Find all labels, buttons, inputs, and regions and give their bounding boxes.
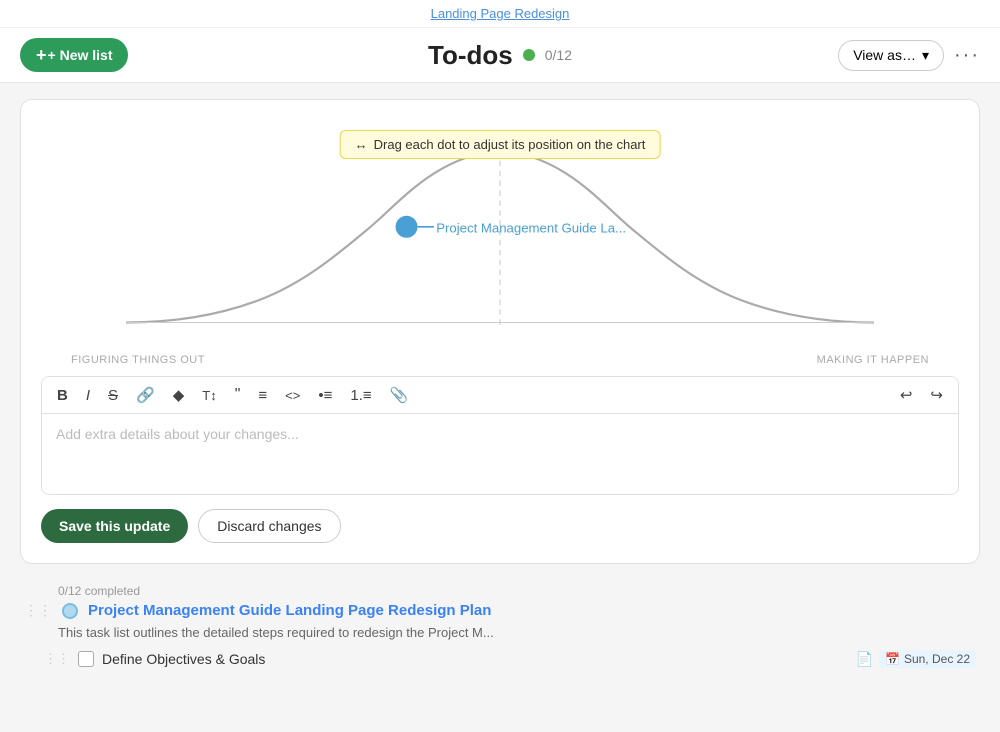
task-section: 0/12 completed ⋮⋮ Project Management Gui…	[20, 584, 980, 668]
new-list-button[interactable]: + + New list	[20, 38, 128, 72]
progress-info: 0/12 completed	[58, 584, 976, 598]
subtask-checkbox[interactable]	[78, 651, 94, 667]
top-bar: + + New list To-dos 0/12 View as… ▾ ···	[0, 28, 1000, 83]
align-button[interactable]: ≡	[253, 384, 272, 407]
subtask-drag-icon[interactable]: ⋮⋮	[44, 651, 70, 667]
breadcrumb: Landing Page Redesign	[0, 0, 1000, 28]
ellipsis-icon: ···	[954, 44, 980, 66]
drag-handle-icon[interactable]: ⋮⋮	[24, 602, 52, 619]
editor-body[interactable]: Add extra details about your changes...	[42, 414, 958, 494]
blockquote-button[interactable]: "	[230, 383, 246, 407]
chart-editor-card: ↔ Drag each dot to adjust its position o…	[20, 99, 980, 564]
drag-icon: ↔	[355, 137, 368, 152]
status-dot-icon	[523, 49, 535, 61]
right-label: MAKING IT HAPPEN	[817, 354, 929, 366]
italic-button[interactable]: I	[81, 384, 95, 407]
chevron-icon: ▾	[922, 47, 929, 64]
editor-wrapper: B I S 🔗 ◆ T↕ " ≡ <> •≡ 1.≡ 📎 ↩ ↪ Add ext…	[41, 376, 959, 495]
bell-curve-svg: Project Management Guide La...	[41, 130, 959, 350]
bold-button[interactable]: B	[52, 384, 73, 407]
numbered-list-button[interactable]: 1.≡	[345, 384, 376, 407]
text-size-button[interactable]: T↕	[197, 385, 221, 406]
action-row: Save this update Discard changes	[41, 509, 959, 543]
tooltip-banner: ↔ Drag each dot to adjust its position o…	[340, 130, 661, 159]
editor-toolbar: B I S 🔗 ◆ T↕ " ≡ <> •≡ 1.≡ 📎 ↩ ↪	[42, 377, 958, 414]
progress-label: 0/12	[545, 47, 572, 63]
editor-placeholder: Add extra details about your changes...	[56, 426, 299, 442]
link-button[interactable]: 🔗	[131, 383, 160, 407]
undo-button[interactable]: ↩	[895, 383, 918, 407]
chart-container: Project Management Guide La...	[41, 130, 959, 350]
code-button[interactable]: <>	[280, 385, 305, 406]
strikethrough-button[interactable]: S	[103, 384, 123, 407]
task-status-circle[interactable]	[62, 603, 78, 619]
calendar-icon: 📅	[885, 652, 900, 666]
plus-icon: +	[36, 46, 47, 64]
subtask-row: ⋮⋮ Define Objectives & Goals 📄 📅 Sun, De…	[44, 650, 976, 668]
due-date-badge[interactable]: 📅 Sun, Dec 22	[879, 650, 976, 668]
chart-dot-label: Project Management Guide La...	[436, 220, 626, 235]
subtask-icons: 📄 📅 Sun, Dec 22	[856, 650, 976, 668]
left-label: FIGURING THINGS OUT	[71, 354, 205, 366]
breadcrumb-link[interactable]: Landing Page Redesign	[431, 6, 570, 21]
highlight-button[interactable]: ◆	[168, 383, 190, 407]
view-as-button[interactable]: View as… ▾	[838, 40, 944, 71]
document-icon: 📄	[856, 651, 873, 668]
discard-changes-button[interactable]: Discard changes	[198, 509, 340, 543]
page-title: To-dos	[428, 40, 513, 71]
redo-button[interactable]: ↪	[925, 383, 948, 407]
main-content: ↔ Drag each dot to adjust its position o…	[0, 83, 1000, 690]
chart-dot	[396, 216, 418, 238]
chart-labels: FIGURING THINGS OUT MAKING IT HAPPEN	[41, 350, 959, 366]
task-description: This task list outlines the detailed ste…	[58, 625, 976, 640]
title-area: To-dos 0/12	[428, 40, 572, 71]
save-update-button[interactable]: Save this update	[41, 509, 188, 543]
more-options-button[interactable]: ···	[954, 44, 980, 67]
attachment-button[interactable]: 📎	[385, 383, 414, 407]
due-date-label: Sun, Dec 22	[904, 652, 970, 666]
top-actions: View as… ▾ ···	[838, 40, 980, 71]
subtask-label: Define Objectives & Goals	[102, 651, 848, 667]
chart-wrapper: ↔ Drag each dot to adjust its position o…	[41, 130, 959, 366]
bullet-list-button[interactable]: •≡	[313, 384, 337, 407]
task-title-link[interactable]: Project Management Guide Landing Page Re…	[88, 602, 491, 619]
task-header-row: ⋮⋮ Project Management Guide Landing Page…	[24, 602, 976, 619]
